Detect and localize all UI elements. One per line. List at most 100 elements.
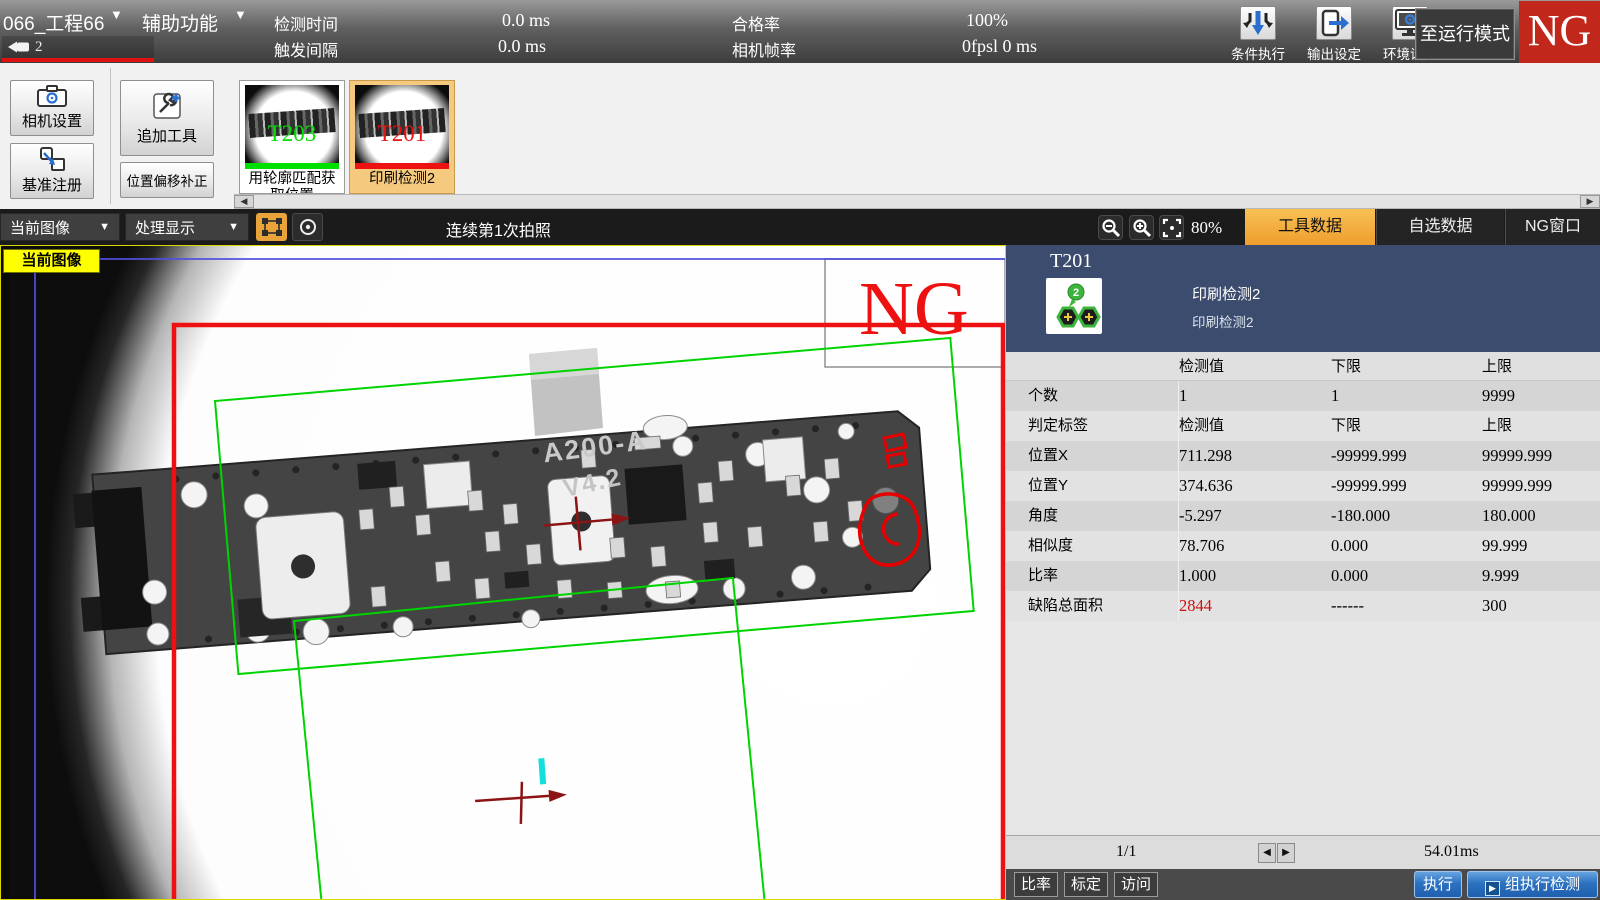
title-bar: 066_工程66 ▼ 辅助功能 ▼ 2 检测时间 0.0 ms 触发间隔 0.0… (0, 0, 1600, 63)
tab-tool-data[interactable]: 工具数据 (1245, 209, 1375, 245)
aux-function-menu[interactable]: 辅助功能 (142, 9, 218, 36)
table-row[interactable]: 比率 1.000 0.000 9.999 (1006, 561, 1600, 591)
zoom-out-icon (1101, 218, 1121, 238)
group-execute-button[interactable]: ▶ 组执行检测 (1467, 871, 1598, 898)
tool-name: 印刷检测2 (1192, 283, 1260, 304)
table-row[interactable]: 个数 1 1 9999 (1006, 381, 1600, 411)
zoom-in-icon (1132, 218, 1152, 238)
action-label: 条件执行 (1218, 43, 1298, 63)
project-menu[interactable]: 066_工程66 (3, 9, 104, 36)
display-mode-dropdown[interactable]: 处理显示 ▼ (125, 213, 249, 241)
target-circle-icon (297, 217, 319, 237)
dropdown-value: 当前图像 (1, 217, 70, 238)
scroll-right-icon[interactable]: ▶ (1580, 195, 1600, 208)
table-row[interactable]: 位置X 711.298 -99999.999 99999.999 (1006, 441, 1600, 471)
calibration-button[interactable]: 标定 (1064, 872, 1108, 897)
tool-id: T201 (355, 121, 449, 147)
chevron-down-icon[interactable]: ▼ (110, 7, 123, 22)
defect-value-ng: 2844 (1179, 591, 1331, 621)
stat-label: 合格率 (732, 11, 780, 35)
zoom-in-button[interactable] (1129, 215, 1154, 240)
button-label: 组执行检测 (1505, 876, 1580, 893)
stat-value: 0.0 ms (498, 36, 546, 57)
camera-tab-active-bar (2, 58, 154, 62)
print-inspection-tool-icon: 2 (1046, 278, 1102, 334)
export-icon (1316, 6, 1352, 40)
play-icon: ▶ (1485, 881, 1500, 896)
chevron-down-icon: ▼ (99, 221, 119, 233)
output-settings-button[interactable]: 输出设定 (1294, 6, 1374, 60)
tool-data-panel: T201 2 印刷检测2 印刷检测2 检测值 下限 上限 个数 1 1 9999… (1006, 245, 1600, 900)
table-row-defect-area[interactable]: 缺陷总面积 2844 ------ 300 (1006, 591, 1600, 621)
tool-thumbnail-t203[interactable]: T203 用轮廓匹配获取位置 (239, 80, 345, 194)
tool-id: T201 (1050, 250, 1092, 273)
position-offset-button[interactable]: 位置偏移补正 (120, 162, 214, 198)
rotation-display-toggle[interactable] (292, 213, 323, 241)
table-row[interactable]: 判定标签 检测值 下限 上限 (1006, 411, 1600, 441)
action-label: 输出设定 (1294, 43, 1374, 63)
execute-button[interactable]: 执行 (1414, 871, 1462, 898)
tool-label: 印刷检测2 (352, 171, 452, 188)
panel-footer: 比率 标定 访问 执行 ▶ 组执行检测 (1006, 869, 1600, 900)
table-row[interactable]: 相似度 78.706 0.000 99.999 (1006, 531, 1600, 561)
divider (110, 68, 111, 204)
chevron-down-icon: ▼ (228, 221, 248, 233)
table-row[interactable]: 角度 -5.297 -180.000 180.000 (1006, 501, 1600, 531)
wrench-plus-icon (150, 90, 184, 122)
tool-description: 印刷检测2 (1192, 311, 1254, 331)
svg-text:2: 2 (1073, 287, 1079, 299)
region-display-toggle[interactable] (256, 213, 287, 241)
datum-register-button[interactable]: 基准注册 (10, 143, 94, 199)
dropdown-value: 处理显示 (126, 217, 195, 238)
camera-gear-icon (37, 85, 67, 107)
image-viewer[interactable]: 当前图像 (0, 245, 1006, 900)
scroll-left-icon[interactable]: ◀ (234, 195, 254, 208)
process-time: 54.01ms (1424, 843, 1479, 861)
zoom-level-value: 80% (1191, 218, 1222, 238)
transform-region-icon (261, 217, 283, 237)
ng-status-badge: NG (1519, 1, 1600, 63)
add-tool-button[interactable]: 追加工具 (120, 80, 214, 156)
button-label: 追加工具 (137, 125, 197, 146)
table-column-header: 检测值 下限 上限 (1006, 352, 1600, 381)
ng-overlay-text: NG (859, 267, 969, 351)
capture-status-text: 连续第1次拍照 (446, 217, 551, 241)
stat-value: 0fpsl 0 ms (962, 36, 1037, 57)
image-source-dropdown[interactable]: 当前图像 ▼ (0, 213, 120, 241)
condition-execute-button[interactable]: 条件执行 (1218, 6, 1298, 60)
ratio-button[interactable]: 比率 (1014, 872, 1058, 897)
col-upper-limit: 上限 (1482, 352, 1600, 380)
tab-ng-window[interactable]: NG窗口 (1505, 209, 1600, 245)
camera-tab[interactable]: 2 (2, 36, 154, 58)
branch-arrows-icon (1240, 6, 1276, 40)
datum-squares-icon (38, 147, 66, 171)
camera-setup-button[interactable]: 相机设置 (10, 80, 94, 136)
tool-thumb-image: T203 (245, 85, 339, 163)
inspection-image: A200-A V4.2 (1, 246, 1005, 899)
camera-icon (8, 40, 30, 54)
tool-status-bar (245, 163, 339, 169)
fit-screen-icon (1162, 218, 1182, 238)
tool-label: 用轮廓匹配获取位置 (242, 171, 342, 194)
stat-label: 相机帧率 (732, 37, 796, 61)
prev-page-icon[interactable]: ◀ (1258, 843, 1276, 863)
run-mode-button[interactable]: 至运行模式 (1415, 8, 1515, 60)
button-label: 位置偏移补正 (127, 170, 208, 190)
tool-header: T201 2 印刷检测2 印刷检测2 (1006, 245, 1600, 352)
tool-list-scrollbar[interactable]: ◀ ▶ (234, 194, 1600, 209)
tool-thumbnail-t201-selected[interactable]: T201 印刷检测2 (349, 80, 455, 194)
stat-value: 100% (966, 10, 1008, 31)
col-lower-limit: 下限 (1331, 352, 1482, 380)
vision-inspection-app: 066_工程66 ▼ 辅助功能 ▼ 2 检测时间 0.0 ms 触发间隔 0.0… (0, 0, 1600, 900)
zoom-fit-button[interactable] (1159, 215, 1184, 240)
next-page-icon[interactable]: ▶ (1277, 843, 1295, 863)
chevron-down-icon[interactable]: ▼ (234, 7, 247, 22)
tab-custom-data[interactable]: 自选数据 (1376, 209, 1504, 245)
page-indicator: 1/1 (1116, 843, 1136, 861)
zoom-out-button[interactable] (1098, 215, 1123, 240)
col-measured: 检测值 (1179, 352, 1331, 380)
table-row[interactable]: 位置Y 374.636 -99999.999 99999.999 (1006, 471, 1600, 501)
button-label: 基准注册 (22, 174, 82, 195)
access-button[interactable]: 访问 (1114, 872, 1158, 897)
button-label: 相机设置 (22, 110, 82, 131)
